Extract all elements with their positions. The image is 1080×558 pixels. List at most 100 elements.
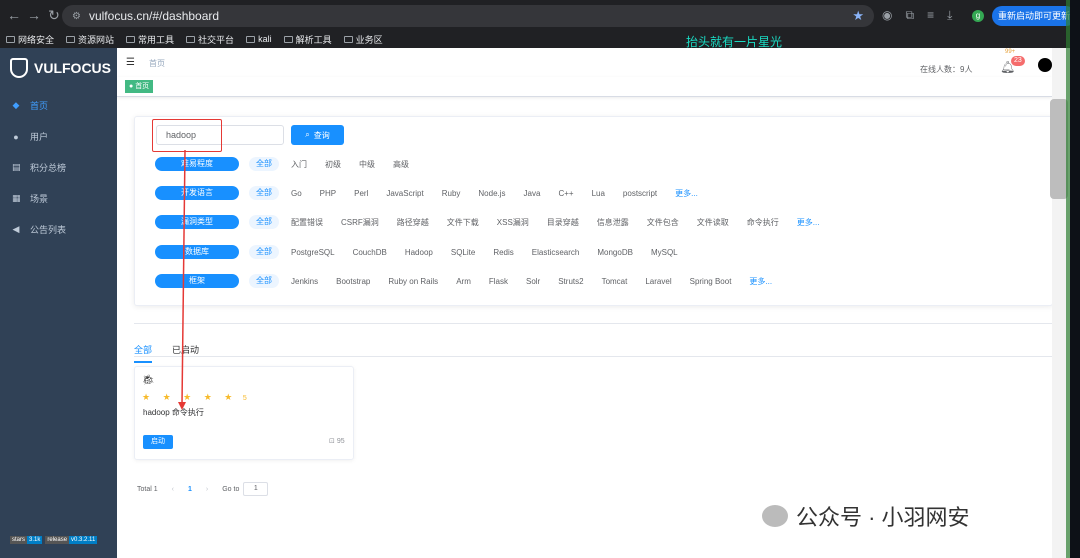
breadcrumb[interactable]: 首页	[149, 58, 165, 69]
extension-icon[interactable]: ◉	[882, 8, 892, 23]
tag-home[interactable]: ● 首页	[125, 80, 154, 93]
brand-logo[interactable]: VULFOCUS	[0, 48, 117, 88]
bookmark-folder[interactable]: 业务区	[343, 33, 383, 46]
forward-icon[interactable]: →	[24, 7, 44, 23]
filter-option[interactable]: Solr	[526, 277, 540, 286]
brand-name: VULFOCUS	[34, 60, 111, 76]
filter-option[interactable]: CouchDB	[353, 248, 387, 257]
filter-more-link[interactable]: 更多...	[797, 217, 820, 228]
filter-option-all[interactable]: 全部	[249, 157, 279, 171]
filter-option[interactable]: C++	[558, 189, 573, 198]
bookmark-folder[interactable]: 网络安全	[6, 33, 54, 46]
filter-option[interactable]: 高级	[393, 159, 409, 170]
online-users: 在线人数：9人	[920, 65, 973, 74]
filter-option[interactable]: 文件包含	[647, 217, 679, 228]
rating-stars: ★ ★ ★ ★ ★ 5	[142, 392, 247, 402]
filter-more-link[interactable]: 更多...	[675, 188, 698, 199]
filter-option[interactable]: Node.js	[478, 189, 505, 198]
reload-icon[interactable]: ↻	[44, 7, 64, 24]
filter-option[interactable]: XSS漏洞	[497, 217, 529, 228]
filter-option[interactable]: MySQL	[651, 248, 678, 257]
back-icon[interactable]: ←	[4, 7, 24, 23]
filter-row-framework: 框架 全部 Jenkins Bootstrap Ruby on Rails Ar…	[155, 274, 790, 288]
filter-option[interactable]: JavaScript	[386, 189, 423, 198]
folder-icon	[283, 35, 293, 43]
filter-option[interactable]: Laravel	[645, 277, 671, 286]
search-button[interactable]: ⌕ 查询	[291, 125, 344, 145]
filter-option[interactable]: 中级	[359, 159, 375, 170]
filter-option[interactable]: Jenkins	[291, 277, 318, 286]
sidebar-item-rank[interactable]: ▤ 积分总榜	[0, 152, 117, 183]
tab-all[interactable]: 全部	[134, 343, 153, 363]
download-icon[interactable]: ⤓	[947, 8, 952, 23]
filter-option[interactable]: PHP	[320, 189, 336, 198]
filter-option-all[interactable]: 全部	[249, 186, 279, 200]
filter-option[interactable]: 配置错误	[291, 217, 323, 228]
site-settings-icon[interactable]: ⚙	[72, 11, 81, 22]
filter-option[interactable]: Perl	[354, 189, 368, 198]
filter-option[interactable]: Redis	[493, 248, 513, 257]
stars-badge[interactable]: stars 3.1k	[10, 536, 43, 544]
filter-option[interactable]: MongoDB	[597, 248, 633, 257]
filter-option[interactable]: 文件下载	[447, 217, 479, 228]
filter-option[interactable]: Elasticsearch	[532, 248, 580, 257]
bookmark-folder[interactable]: 常用工具	[126, 33, 174, 46]
goto-input[interactable]: 1	[243, 482, 269, 496]
prev-page-icon[interactable]: ‹	[172, 486, 174, 493]
filter-option[interactable]: 路径穿越	[397, 217, 429, 228]
next-page-icon[interactable]: ›	[206, 486, 208, 493]
filter-option[interactable]: 初级	[325, 159, 341, 170]
filter-option[interactable]: postscript	[623, 189, 657, 198]
hamburger-icon[interactable]: ☰	[126, 57, 136, 68]
filter-option[interactable]: 信息泄露	[597, 217, 629, 228]
filter-option[interactable]: 命令执行	[747, 217, 779, 228]
filter-option[interactable]: Flask	[489, 277, 508, 286]
filter-option[interactable]: PostgreSQL	[291, 248, 335, 257]
bookmark-folder[interactable]: 社交平台	[186, 33, 234, 46]
bookmark-star-icon[interactable]: ★	[852, 8, 864, 24]
filter-option-all[interactable]: 全部	[249, 274, 279, 288]
bookmark-folder[interactable]: kali	[246, 34, 272, 44]
filter-option[interactable]: Arm	[456, 277, 471, 286]
sidebar-item-users[interactable]: ● 用户	[0, 121, 117, 152]
background-terminal-strip	[1070, 0, 1080, 558]
vuln-card[interactable]: 🐞︎ ★ ★ ★ ★ ★ 5 hadoop 命令执行 启动 ⊡ 95	[134, 366, 354, 460]
update-button[interactable]: 重新启动即可更新	[992, 6, 1077, 26]
address-bar[interactable]: ⚙ vulfocus.cn/#/dashboard ★	[62, 5, 874, 27]
puzzle-icon[interactable]: ⧉	[905, 8, 914, 23]
filter-category: 漏洞类型	[155, 215, 239, 229]
filter-option-all[interactable]: 全部	[249, 245, 279, 259]
filter-option[interactable]: SQLite	[451, 248, 475, 257]
page-number[interactable]: 1	[188, 486, 192, 493]
filter-option[interactable]: Java	[524, 189, 541, 198]
bookmark-folder[interactable]: 解析工具	[283, 33, 332, 46]
bookmark-folder[interactable]: 资源网站	[66, 33, 114, 46]
profile-avatar[interactable]: g	[972, 10, 984, 22]
filter-option[interactable]: 文件读取	[697, 217, 729, 228]
navbar: ☰ 首页 在线人数：9人 99+ 🔔︎ 23 ▾	[117, 48, 1058, 76]
reading-list-icon[interactable]: ≡	[927, 8, 934, 23]
filter-option[interactable]: Struts2	[558, 277, 583, 286]
filter-option[interactable]: Tomcat	[602, 277, 628, 286]
avatar[interactable]	[1038, 58, 1052, 72]
release-badge[interactable]: release v0.3.2.11	[45, 536, 98, 544]
filter-option[interactable]: CSRF漏洞	[341, 217, 379, 228]
filter-option-all[interactable]: 全部	[249, 215, 279, 229]
filter-more-link[interactable]: 更多...	[749, 276, 772, 287]
filter-option[interactable]: Spring Boot	[690, 277, 732, 286]
sidebar-item-announcements[interactable]: ◀ 公告列表	[0, 214, 117, 245]
tab-started[interactable]: 已启动	[172, 343, 199, 363]
filter-option[interactable]: Ruby	[442, 189, 461, 198]
sidebar-item-home[interactable]: ◆ 首页	[0, 90, 117, 121]
filter-option[interactable]: 入门	[291, 159, 307, 170]
start-button[interactable]: 启动	[143, 435, 173, 449]
tabs-underline	[134, 356, 1053, 357]
filter-option[interactable]: Hadoop	[405, 248, 433, 257]
sidebar-item-scene[interactable]: ▦ 场景	[0, 183, 117, 214]
sidebar-item-label: 场景	[30, 194, 49, 204]
filter-option[interactable]: Go	[291, 189, 302, 198]
filter-option[interactable]: Lua	[592, 189, 605, 198]
filter-option[interactable]: Ruby on Rails	[388, 277, 438, 286]
filter-option[interactable]: 目录穿越	[547, 217, 579, 228]
filter-option[interactable]: Bootstrap	[336, 277, 370, 286]
